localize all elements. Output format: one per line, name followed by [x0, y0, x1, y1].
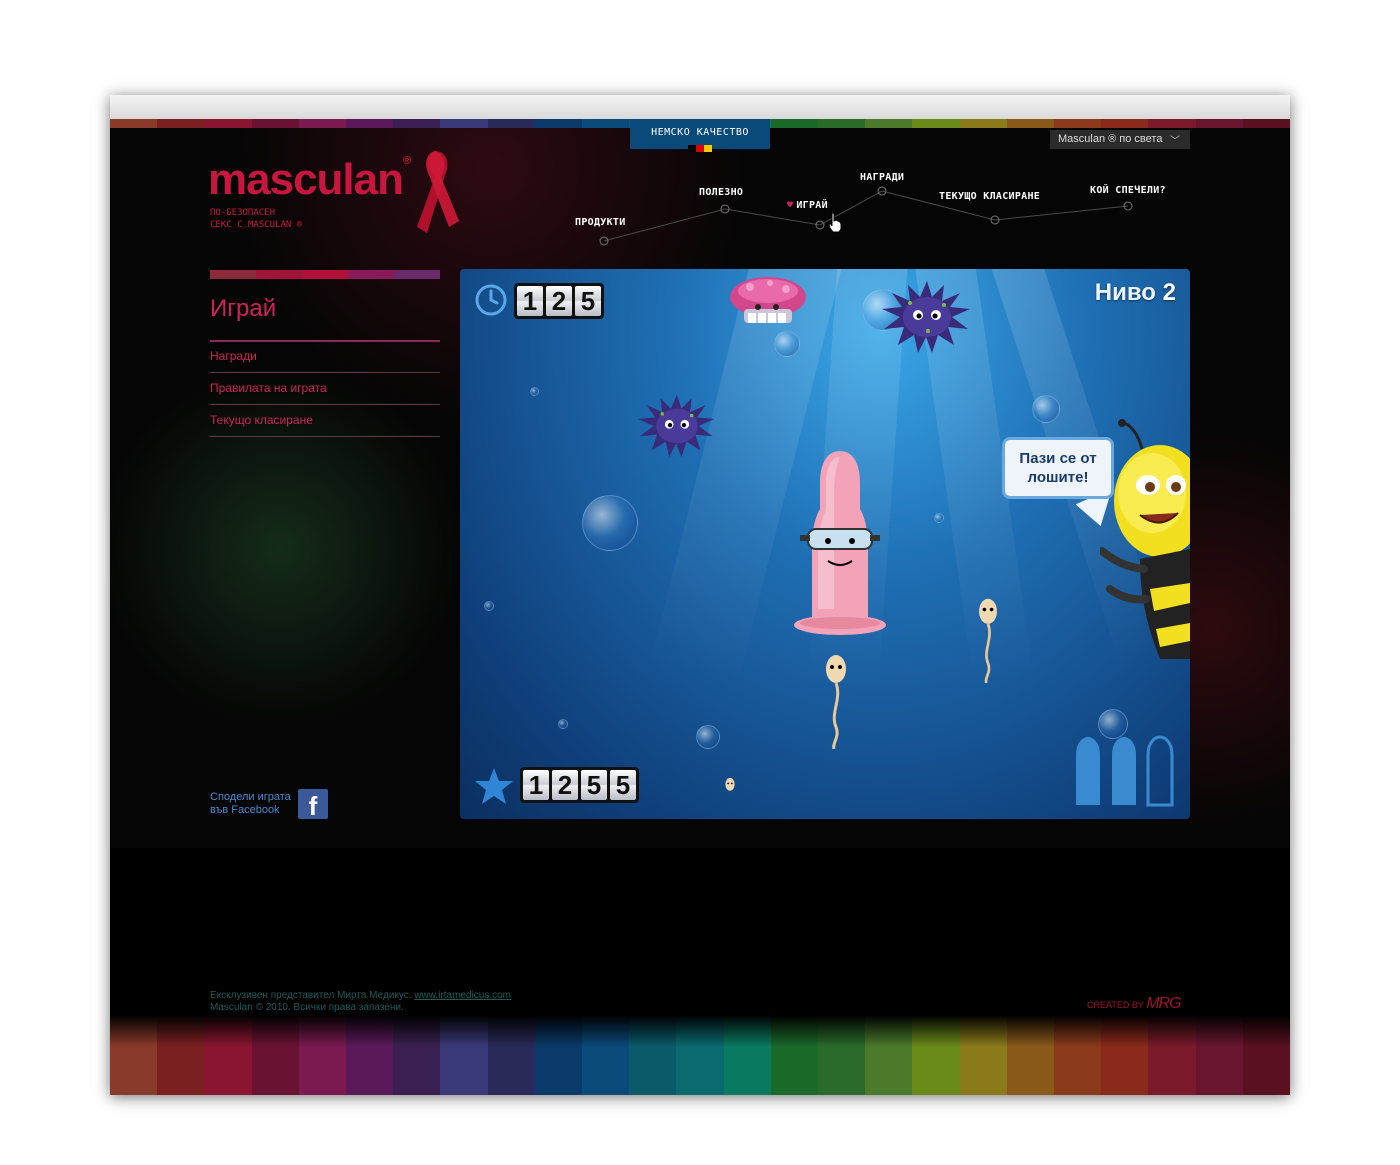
- nav-item-who-won[interactable]: КОЙ СПЕЧЕЛИ?: [1090, 185, 1166, 196]
- bubble: [774, 331, 800, 357]
- color-stripe: [298, 1015, 347, 1095]
- nav-item-ranking[interactable]: ТЕКУЩО КЛАСИРАНЕ: [939, 191, 1040, 202]
- game-canvas[interactable]: 1 2 5 1 2 5 5 Ниво 2 Пази се от лошите!: [460, 269, 1190, 819]
- nav-item-play[interactable]: ♥ ИГРАЙ: [787, 200, 828, 211]
- color-stripe: [204, 1015, 252, 1095]
- timer-digit: 1: [517, 286, 543, 316]
- sidebar-link-rules[interactable]: Правилата на играта: [210, 381, 327, 395]
- lives-indicator: [1076, 735, 1174, 807]
- nav-item-useful[interactable]: ПОЛЕЗНО: [699, 187, 743, 198]
- color-stripe: [676, 1015, 724, 1095]
- color-stripe: [629, 1015, 677, 1095]
- color-stripe: [1006, 1015, 1055, 1095]
- bubble: [1032, 395, 1060, 423]
- bubble: [530, 387, 539, 396]
- score-counter: 1 2 5 5: [520, 767, 639, 803]
- sidebar-divider: [210, 436, 440, 437]
- color-stripe: [959, 1015, 1007, 1095]
- nav-item-awards[interactable]: НАГРАДИ: [860, 172, 904, 183]
- sea-urchin-enemy: [637, 394, 715, 458]
- color-stripe: [251, 1015, 299, 1095]
- speech-bubble: Пази се от лошите!: [1002, 437, 1114, 499]
- sidebar-color-stripes: [210, 270, 440, 279]
- jellyfish-enemy: [730, 277, 806, 323]
- color-stripe: [110, 1015, 158, 1095]
- color-stripe: [1148, 1015, 1196, 1095]
- color-stripe: [912, 1015, 960, 1095]
- color-stripe: [1195, 1015, 1243, 1095]
- sidebar-title: Играй: [210, 295, 277, 322]
- bottom-color-stripes: [110, 1015, 1290, 1095]
- score-digit: 2: [552, 770, 578, 800]
- color-stripe: [346, 1015, 394, 1095]
- color-stripe: [1054, 1015, 1102, 1095]
- bee-mascot: [1100, 419, 1190, 659]
- nav-item-products[interactable]: ПРОДУКТИ: [575, 217, 626, 228]
- bubble: [582, 495, 638, 551]
- bubble: [696, 725, 720, 749]
- hand-cursor-icon: [828, 212, 842, 233]
- color-stripe: [1242, 1015, 1290, 1095]
- timer-digit: 5: [575, 286, 601, 316]
- player-character: [794, 451, 886, 635]
- sidebar-link-ranking[interactable]: Текущо класиране: [210, 413, 313, 427]
- color-stripe: [865, 1015, 913, 1095]
- clock-icon: [475, 284, 507, 316]
- timer-counter: 1 2 5: [514, 283, 604, 319]
- score-digit: 5: [581, 770, 607, 800]
- created-by-credit[interactable]: CREATED BY MRG: [1087, 995, 1182, 1013]
- footer-text: Ексклузивен представител Мирта Медикус. …: [210, 990, 512, 1013]
- bubble: [558, 719, 568, 729]
- color-stripe: [582, 1015, 630, 1095]
- sea-urchin-enemy: [882, 281, 970, 353]
- timer-digit: 2: [546, 286, 572, 316]
- level-indicator: Ниво 2: [1094, 279, 1176, 306]
- color-stripe: [393, 1015, 441, 1095]
- color-stripe: [487, 1015, 535, 1095]
- sidebar-divider: [210, 340, 440, 342]
- mrg-logo: MRG: [1146, 995, 1181, 1012]
- sidebar-link-awards[interactable]: Награди: [210, 349, 257, 363]
- facebook-icon[interactable]: f: [298, 789, 328, 821]
- color-stripe: [770, 1015, 819, 1095]
- score-digit: 5: [610, 770, 636, 800]
- sperm-enemy: [979, 598, 997, 683]
- heart-icon: ♥: [787, 200, 794, 211]
- color-stripe: [818, 1015, 866, 1095]
- sperm-enemy: [826, 655, 846, 749]
- bubble: [484, 601, 494, 611]
- footer-website-link[interactable]: www.irtamedicus.com: [414, 990, 511, 1001]
- bubble: [934, 513, 944, 523]
- color-stripe: [723, 1015, 771, 1095]
- facebook-share-text[interactable]: Сподели играта във Facebook: [210, 791, 291, 817]
- star-icon: [475, 768, 513, 804]
- color-stripe: [440, 1015, 488, 1095]
- sidebar-divider: [210, 372, 440, 373]
- color-stripe: [534, 1015, 583, 1095]
- color-stripe: [1101, 1015, 1149, 1095]
- browser-frame: НЕМСКО КАЧЕСТВО Masculan ® по света ﹀ ma…: [110, 95, 1290, 1095]
- sperm-enemy: [725, 777, 735, 791]
- color-stripe: [157, 1015, 205, 1095]
- sidebar-divider: [210, 404, 440, 405]
- score-digit: 1: [523, 770, 549, 800]
